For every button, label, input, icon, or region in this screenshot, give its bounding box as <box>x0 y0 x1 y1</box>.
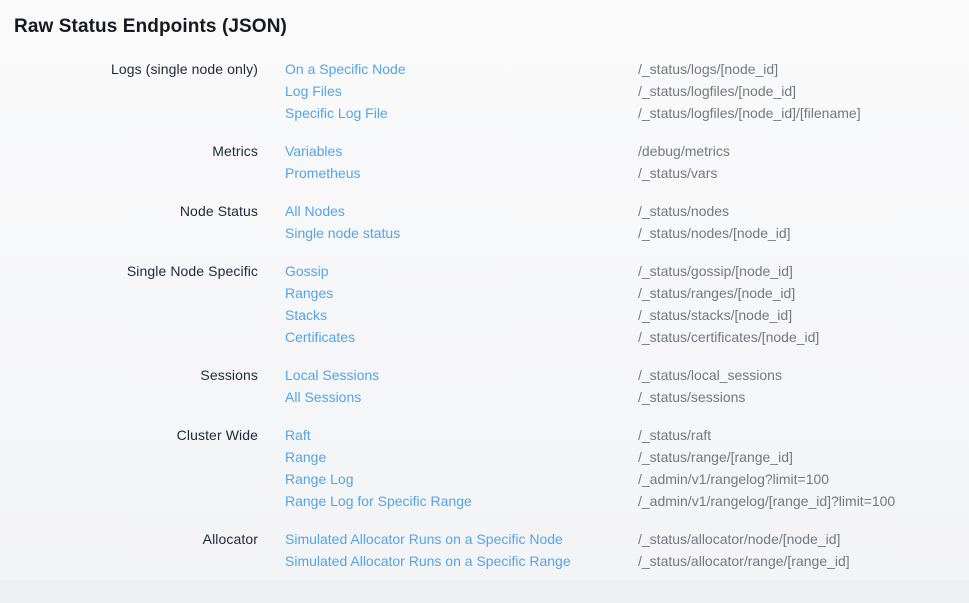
category-label: Metrics <box>14 140 258 162</box>
endpoint-section: Single Node SpecificGossip/_status/gossi… <box>14 260 969 348</box>
endpoint-link[interactable]: Variables <box>258 140 638 162</box>
category-label <box>14 550 258 572</box>
endpoint-row: Range Log/_admin/v1/rangelog?limit=100 <box>14 468 969 490</box>
endpoints-table: Logs (single node only)On a Specific Nod… <box>14 58 969 572</box>
endpoint-row: Specific Log File/_status/logfiles/[node… <box>14 102 969 124</box>
endpoint-section: Cluster WideRaft/_status/raftRange/_stat… <box>14 424 969 512</box>
category-label <box>14 80 258 102</box>
endpoint-link[interactable]: Specific Log File <box>258 102 638 124</box>
endpoint-link[interactable]: Raft <box>258 424 638 446</box>
endpoint-path: /debug/metrics <box>638 140 969 162</box>
endpoint-path: /_status/vars <box>638 162 969 184</box>
endpoint-row: Ranges/_status/ranges/[node_id] <box>14 282 969 304</box>
endpoint-section: MetricsVariables/debug/metricsPrometheus… <box>14 140 969 184</box>
endpoint-path: /_status/certificates/[node_id] <box>638 326 969 348</box>
endpoint-section: Logs (single node only)On a Specific Nod… <box>14 58 969 124</box>
category-label <box>14 162 258 184</box>
endpoint-path: /_status/logfiles/[node_id]/[filename] <box>638 102 969 124</box>
endpoint-row: Log Files/_status/logfiles/[node_id] <box>14 80 969 102</box>
endpoint-row: Range/_status/range/[range_id] <box>14 446 969 468</box>
endpoint-link[interactable]: Simulated Allocator Runs on a Specific R… <box>258 550 638 572</box>
endpoint-row: MetricsVariables/debug/metrics <box>14 140 969 162</box>
endpoint-row: Simulated Allocator Runs on a Specific R… <box>14 550 969 572</box>
endpoint-row: Certificates/_status/certificates/[node_… <box>14 326 969 348</box>
category-label: Allocator <box>14 528 258 550</box>
category-label: Cluster Wide <box>14 424 258 446</box>
category-label <box>14 102 258 124</box>
endpoint-path: /_status/nodes/[node_id] <box>638 222 969 244</box>
endpoint-link[interactable]: All Sessions <box>258 386 638 408</box>
endpoint-link[interactable]: Single node status <box>258 222 638 244</box>
endpoint-path: /_status/raft <box>638 424 969 446</box>
endpoint-path: /_admin/v1/rangelog?limit=100 <box>638 468 969 490</box>
category-label: Single Node Specific <box>14 260 258 282</box>
endpoint-path: /_status/sessions <box>638 386 969 408</box>
endpoint-row: Single node status/_status/nodes/[node_i… <box>14 222 969 244</box>
endpoint-link[interactable]: Ranges <box>258 282 638 304</box>
endpoint-section: AllocatorSimulated Allocator Runs on a S… <box>14 528 969 572</box>
endpoint-row: AllocatorSimulated Allocator Runs on a S… <box>14 528 969 550</box>
page-title: Raw Status Endpoints (JSON) <box>14 14 969 40</box>
endpoint-path: /_status/stacks/[node_id] <box>638 304 969 326</box>
category-label <box>14 304 258 326</box>
category-label <box>14 282 258 304</box>
category-label <box>14 386 258 408</box>
category-label <box>14 446 258 468</box>
endpoint-link[interactable]: Range <box>258 446 638 468</box>
endpoint-link[interactable]: All Nodes <box>258 200 638 222</box>
endpoint-row: Stacks/_status/stacks/[node_id] <box>14 304 969 326</box>
endpoint-path: /_status/logs/[node_id] <box>638 58 969 80</box>
category-label <box>14 222 258 244</box>
endpoint-row: SessionsLocal Sessions/_status/local_ses… <box>14 364 969 386</box>
endpoint-row: Prometheus/_status/vars <box>14 162 969 184</box>
endpoint-path: /_status/range/[range_id] <box>638 446 969 468</box>
debug-page: Raw Status Endpoints (JSON) Logs (single… <box>0 0 969 580</box>
category-label <box>14 490 258 512</box>
endpoint-link[interactable]: Range Log <box>258 468 638 490</box>
category-label: Logs (single node only) <box>14 58 258 80</box>
endpoint-path: /_status/logfiles/[node_id] <box>638 80 969 102</box>
category-label <box>14 326 258 348</box>
endpoint-link[interactable]: Simulated Allocator Runs on a Specific N… <box>258 528 638 550</box>
category-label <box>14 468 258 490</box>
endpoint-link[interactable]: Gossip <box>258 260 638 282</box>
endpoint-row: Logs (single node only)On a Specific Nod… <box>14 58 969 80</box>
endpoint-row: All Sessions/_status/sessions <box>14 386 969 408</box>
endpoint-path: /_status/allocator/range/[range_id] <box>638 550 969 572</box>
endpoint-link[interactable]: On a Specific Node <box>258 58 638 80</box>
endpoint-link[interactable]: Certificates <box>258 326 638 348</box>
endpoint-row: Range Log for Specific Range/_admin/v1/r… <box>14 490 969 512</box>
endpoint-row: Node StatusAll Nodes/_status/nodes <box>14 200 969 222</box>
endpoint-row: Cluster WideRaft/_status/raft <box>14 424 969 446</box>
category-label: Node Status <box>14 200 258 222</box>
endpoint-link[interactable]: Log Files <box>258 80 638 102</box>
endpoint-path: /_status/nodes <box>638 200 969 222</box>
endpoint-link[interactable]: Range Log for Specific Range <box>258 490 638 512</box>
endpoint-section: SessionsLocal Sessions/_status/local_ses… <box>14 364 969 408</box>
category-label: Sessions <box>14 364 258 386</box>
endpoint-row: Single Node SpecificGossip/_status/gossi… <box>14 260 969 282</box>
endpoint-link[interactable]: Stacks <box>258 304 638 326</box>
endpoint-path: /_status/local_sessions <box>638 364 969 386</box>
endpoint-section: Node StatusAll Nodes/_status/nodesSingle… <box>14 200 969 244</box>
endpoint-link[interactable]: Local Sessions <box>258 364 638 386</box>
endpoint-path: /_admin/v1/rangelog/[range_id]?limit=100 <box>638 490 969 512</box>
endpoint-link[interactable]: Prometheus <box>258 162 638 184</box>
endpoint-path: /_status/gossip/[node_id] <box>638 260 969 282</box>
endpoint-path: /_status/ranges/[node_id] <box>638 282 969 304</box>
endpoint-path: /_status/allocator/node/[node_id] <box>638 528 969 550</box>
